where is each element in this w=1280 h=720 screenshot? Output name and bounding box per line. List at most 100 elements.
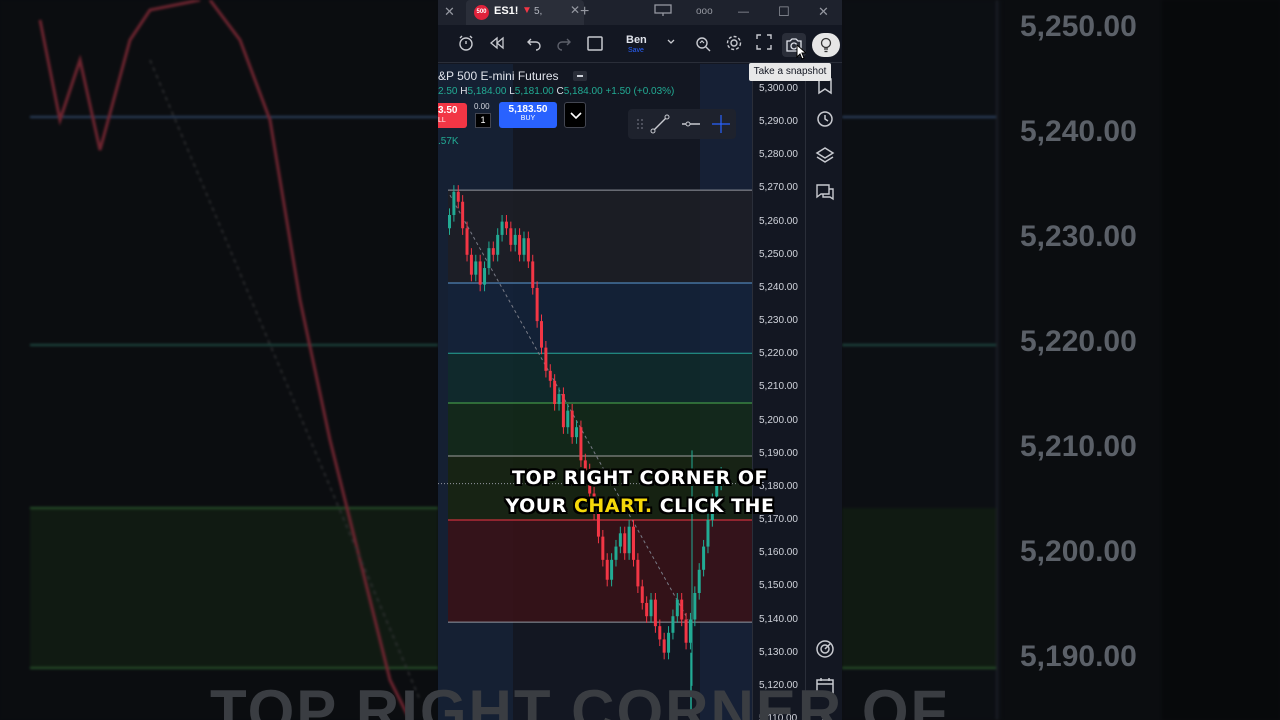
sell-price: 3.50 [438, 105, 458, 116]
price-axis-label: 5,290.00 [759, 116, 798, 128]
background-price-label: 5,240.00 [1020, 115, 1137, 148]
fullscreen-icon[interactable] [753, 34, 775, 56]
crosshair-icon[interactable] [711, 114, 731, 134]
collapse-legend-icon[interactable] [573, 71, 587, 81]
layout-icon[interactable] [654, 3, 672, 22]
background-caption-ghost: TOP RIGHT CORNER OF [210, 678, 950, 720]
candle-body [614, 546, 618, 560]
candle-body [671, 616, 675, 633]
candle-body [649, 599, 653, 617]
candle-body [658, 626, 662, 640]
fib-zone [448, 353, 752, 404]
candle-body [518, 234, 522, 255]
price-axis-label: 5,220.00 [759, 348, 798, 360]
buy-button[interactable]: 5,183.50 BUY [499, 102, 557, 128]
background-left-blur [0, 0, 438, 720]
background-price-label: 5,210.00 [1020, 430, 1137, 463]
new-tab-button[interactable]: + [580, 3, 589, 21]
candle-body [662, 639, 666, 653]
candle-body [645, 602, 649, 617]
target-icon[interactable] [815, 639, 835, 659]
caption-line-2: YOUR CHART. CLICK THE [438, 495, 842, 517]
candle-body [535, 287, 539, 322]
quantity-field[interactable]: 1 [475, 113, 491, 128]
candle-body [561, 394, 565, 428]
caption-highlight: CHART. [573, 495, 653, 517]
sell-button[interactable]: 3.50 LL [438, 103, 467, 128]
background-right-blur: 5,250.00 5,240.00 5,230.00 5,220.00 5,210.00… [842, 0, 1280, 720]
background-price-label: 5,250.00 [1020, 10, 1137, 43]
trend-line-icon[interactable] [650, 114, 670, 134]
tab-close-icon[interactable]: ✕ [570, 3, 580, 17]
price-axis-label: 5,300.00 [759, 83, 798, 94]
alert-icon[interactable] [455, 34, 477, 56]
candle-body [627, 526, 631, 554]
chart-pane[interactable] [438, 64, 752, 720]
candle-body [605, 559, 609, 580]
candle-body [456, 191, 460, 202]
candle-body [675, 599, 679, 617]
layout-name[interactable]: Ben [626, 34, 647, 46]
layout-save-status[interactable]: Save [628, 47, 644, 54]
redo-icon[interactable] [553, 34, 575, 56]
candle-body [452, 191, 456, 215]
candle-body [566, 410, 570, 428]
buy-label: BUY [520, 115, 536, 122]
ideas-bulb-button[interactable] [812, 33, 840, 57]
caption-line-1: TOP RIGHT CORNER OF [512, 467, 768, 489]
snapshot-tooltip: Take a snapshot [749, 63, 831, 81]
tab-es1[interactable]: 500 ES1! ▼ 5, ✕ [466, 0, 584, 25]
minimize-button[interactable]: — [738, 3, 749, 21]
candle-body [618, 533, 622, 547]
ohlc-high: 5,184.00 [467, 86, 507, 97]
candle-body [548, 370, 552, 381]
candle-body [653, 599, 657, 627]
background-price-label: 5,220.00 [1020, 325, 1137, 358]
tab-title: ES1! [494, 5, 519, 17]
lightbulb-icon [820, 37, 832, 53]
candle-body [667, 632, 671, 653]
candle-body [610, 559, 614, 580]
chevron-down-icon[interactable] [660, 34, 682, 56]
price-axis-label: 5,270.00 [759, 182, 798, 194]
fib-zone [448, 282, 752, 354]
price-axis-label: 5,200.00 [759, 414, 798, 426]
background-price-label: 5,190.00 [1020, 640, 1137, 673]
drawing-toolbar [628, 109, 736, 139]
quick-search-icon[interactable] [692, 34, 714, 56]
symbol-title[interactable]: &P 500 E-mini Futures [438, 69, 559, 83]
mouse-cursor-icon [796, 44, 806, 60]
candle-body [448, 215, 451, 229]
price-axis-label: 5,190.00 [759, 447, 798, 459]
horizontal-ray-icon[interactable] [681, 114, 701, 134]
layout-square-icon[interactable] [584, 34, 606, 56]
spread-value: 0.00 [474, 102, 490, 111]
candle-body [579, 427, 583, 461]
candle-body [474, 261, 478, 275]
replay-icon[interactable] [486, 34, 508, 56]
title-bar: ✕ 500 ES1! ▼ 5, ✕ + ooo — ☐ ✕ [438, 0, 842, 25]
drag-handle-icon[interactable] [630, 114, 650, 134]
close-tab-icon[interactable]: ✕ [444, 3, 455, 21]
price-scale[interactable]: 5,300.00 5,290.00 5,280.00 5,270.00 5,260.00… [752, 64, 805, 720]
alarm-clock-icon[interactable] [815, 108, 835, 128]
more-icon[interactable]: ooo [696, 3, 713, 21]
close-window-button[interactable]: ✕ [818, 3, 829, 21]
candle-body [487, 248, 491, 269]
candle-body [706, 520, 710, 547]
layers-icon[interactable] [815, 145, 835, 165]
candle-body [526, 238, 530, 262]
fib-zone [448, 520, 752, 623]
candle-body [465, 228, 469, 255]
candle-body [496, 234, 500, 255]
order-dropdown-button[interactable] [564, 102, 586, 128]
candle-body [697, 569, 701, 593]
caption-line-2-start: YOUR [505, 495, 574, 517]
chat-icon[interactable] [815, 182, 835, 202]
settings-gear-icon[interactable] [723, 34, 745, 56]
candlestick-chart[interactable] [438, 64, 752, 720]
undo-icon[interactable] [523, 34, 545, 56]
candle-body [531, 261, 535, 288]
maximize-button[interactable]: ☐ [778, 3, 790, 21]
volume-value: .57K [438, 136, 459, 147]
